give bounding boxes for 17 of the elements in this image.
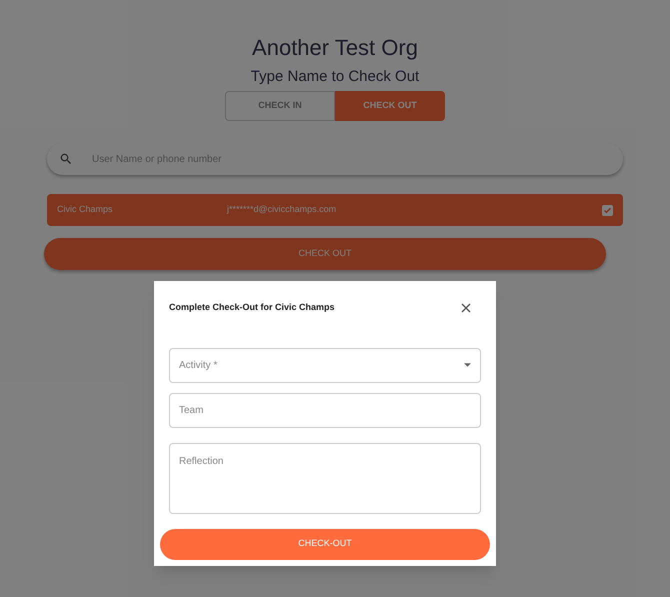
reflection-field[interactable]: Reflection	[169, 442, 481, 514]
subtitle: Type Name to Check Out	[250, 67, 420, 87]
team-field[interactable]: Team	[169, 392, 481, 428]
activity-select[interactable]: Activity *	[169, 348, 481, 382]
dialog-title: Complete Check-Out for Civic Champs	[169, 301, 335, 314]
dropdown-caret-icon	[464, 363, 471, 367]
submit-button[interactable]: CHECK-OUT	[160, 528, 490, 560]
volunteer-name: Civic Champs	[57, 203, 114, 216]
search-icon	[59, 152, 73, 166]
close-icon[interactable]	[461, 302, 471, 313]
tab[interactable]: CHECK OUT	[335, 91, 445, 121]
volunteer-email: j*******d@civicchamps.com	[227, 203, 338, 216]
check-out-button[interactable]: CHECK OUT	[44, 238, 606, 270]
result-row[interactable]: Civic Champs j*******d@civicchamps.com	[47, 194, 623, 226]
org-title: Another Test Org	[252, 34, 418, 62]
checkbox[interactable]	[602, 204, 613, 216]
tab[interactable]: CHECK IN	[225, 91, 335, 121]
